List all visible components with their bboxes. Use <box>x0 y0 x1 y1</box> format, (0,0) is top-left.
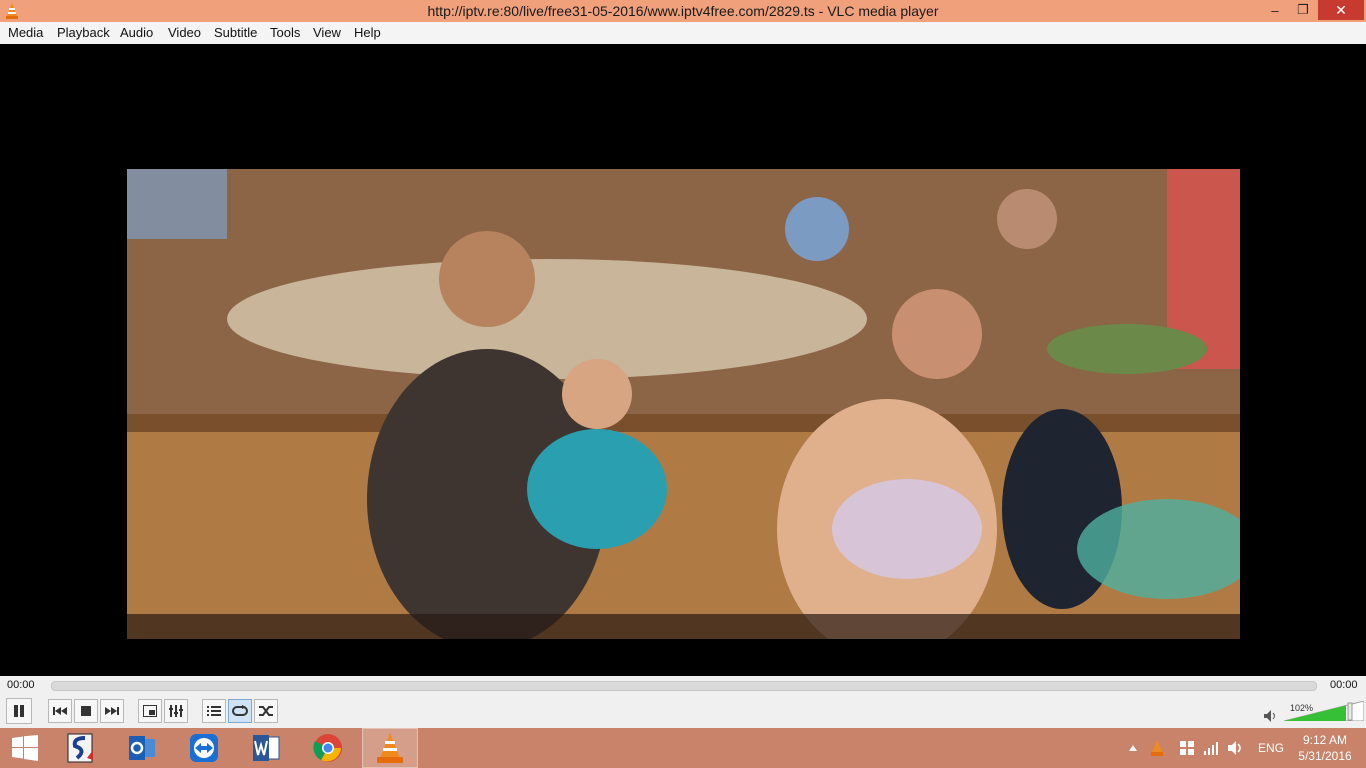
start-icon <box>12 735 38 761</box>
taskbar-app-vlc[interactable] <box>362 728 418 768</box>
playlist-button[interactable] <box>202 699 226 723</box>
loop-icon <box>232 705 248 716</box>
clock-date: 5/31/2016 <box>1298 749 1352 763</box>
menu-audio[interactable]: Audio <box>120 25 153 40</box>
volume-slider[interactable] <box>1284 701 1364 721</box>
pause-button[interactable] <box>6 698 32 724</box>
menu-media[interactable]: Media <box>8 25 43 40</box>
pause-icon <box>14 705 24 717</box>
equalizer-icon <box>169 705 183 717</box>
show-hidden-icons-icon[interactable] <box>1128 744 1138 752</box>
maximize-button[interactable]: ❐ <box>1290 0 1316 20</box>
close-button[interactable]: ✕ <box>1318 0 1364 20</box>
taskbar-app-chrome[interactable] <box>300 728 356 768</box>
menu-playback[interactable]: Playback <box>57 25 110 40</box>
volume-icon[interactable] <box>1228 741 1244 755</box>
taskbar-app-scan[interactable] <box>52 728 108 768</box>
menu-bar: Media Playback Audio Video Subtitle Tool… <box>0 22 1366 45</box>
taskbar-app-outlook[interactable] <box>114 728 170 768</box>
network-icon[interactable] <box>1204 741 1220 755</box>
previous-button[interactable] <box>48 699 72 723</box>
window-title: http://iptv.re:80/live/free31-05-2016/ww… <box>427 3 939 19</box>
video-scene-image <box>127 169 1240 639</box>
teamviewer-icon <box>190 734 218 762</box>
scan-app-icon <box>67 733 93 763</box>
seek-row: 00:00 00:00 <box>0 676 1366 696</box>
video-area[interactable] <box>0 44 1366 676</box>
next-icon <box>105 707 119 715</box>
start-button[interactable] <box>0 728 50 768</box>
taskbar-app-word[interactable] <box>238 728 294 768</box>
title-bar[interactable]: http://iptv.re:80/live/free31-05-2016/ww… <box>0 0 1366 22</box>
minimize-button[interactable]: ‒ <box>1262 0 1288 20</box>
language-indicator[interactable]: ENG <box>1258 741 1284 755</box>
shuffle-icon <box>259 706 273 716</box>
playlist-icon <box>207 706 221 716</box>
stop-icon <box>81 706 91 716</box>
elapsed-time: 00:00 <box>7 679 35 691</box>
seek-slider[interactable] <box>51 681 1317 691</box>
word-icon <box>253 735 280 761</box>
next-button[interactable] <box>100 699 124 723</box>
taskbar-app-teamviewer[interactable] <box>176 728 232 768</box>
menu-view[interactable]: View <box>313 25 341 40</box>
chrome-icon <box>313 734 342 762</box>
menu-video[interactable]: Video <box>168 25 201 40</box>
menu-tools[interactable]: Tools <box>270 25 300 40</box>
stop-button[interactable] <box>74 699 98 723</box>
extended-settings-button[interactable] <box>164 699 188 723</box>
clock-time: 9:12 AM <box>1302 733 1348 747</box>
menu-help[interactable]: Help <box>354 25 381 40</box>
clock[interactable]: 9:12 AM 5/31/2016 <box>1290 732 1360 764</box>
previous-icon <box>53 707 67 715</box>
random-button[interactable] <box>254 699 278 723</box>
vlc-tray-icon[interactable] <box>1150 740 1164 756</box>
control-bar: 102% <box>0 696 1366 728</box>
video-frame <box>127 169 1240 639</box>
loop-button[interactable] <box>228 699 252 723</box>
vlc-icon <box>377 733 403 763</box>
total-time: 00:00 <box>1330 679 1358 691</box>
taskbar: ENG 9:12 AM 5/31/2016 <box>0 728 1366 768</box>
outlook-icon <box>129 736 155 760</box>
action-center-icon[interactable] <box>1180 741 1195 755</box>
fullscreen-icon <box>143 705 157 717</box>
speaker-icon[interactable] <box>1264 710 1278 722</box>
fullscreen-button[interactable] <box>138 699 162 723</box>
menu-subtitle[interactable]: Subtitle <box>214 25 257 40</box>
